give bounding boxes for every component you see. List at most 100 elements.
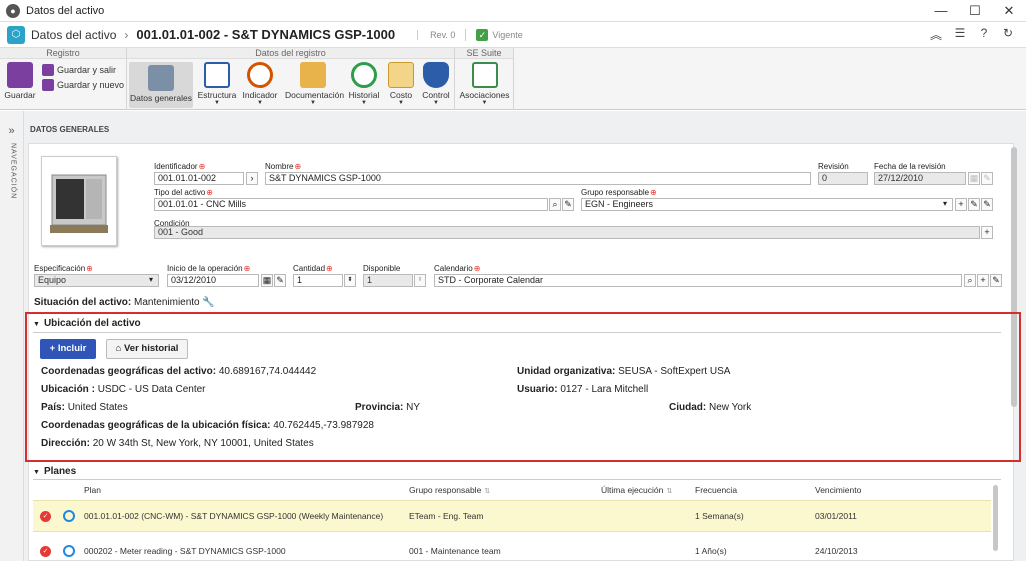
tab-control[interactable]: Control ▼ [420,62,452,106]
search-icon[interactable]: ⌕ [964,274,976,287]
column-header-grupo[interactable]: Grupo responsable ⇅ [409,485,490,495]
plan-cell: 001.01.01-002 (CNC-WM) - S&T DYNAMICS GS… [84,511,384,521]
page-header: ⬡ Datos del activo › 001.01.01-002 - S&T… [0,22,1026,48]
grid-icon [148,65,174,91]
save-button[interactable]: Guardar [4,62,36,100]
identificador-label: Identificador⊕ [154,162,206,171]
save-new-button[interactable]: Guardar y nuevo [42,79,124,91]
coordenadas-row: Coordenadas geográficas del activo: 40.6… [41,366,317,377]
situacion-label: Situación del activo: [34,297,132,308]
ver-historial-button[interactable]: ⌂ Ver historial [106,339,188,359]
save-new-label: Guardar y nuevo [57,80,125,90]
column-header-vencimiento[interactable]: Vencimiento [815,485,861,495]
navigation-sidebar[interactable]: » NAVEGACIÓN [0,111,24,561]
frecuencia-cell: 1 Año(s) [695,546,727,556]
nombre-label: Nombre⊕ [265,162,302,171]
expand-icon[interactable]: » [0,125,23,137]
ubicacion-section-header[interactable]: ▼ Ubicación del activo [33,318,141,329]
arrow-right-icon[interactable]: › [246,172,258,185]
identificador-field[interactable]: 001.01.01-002 [154,172,244,185]
tab-asociaciones[interactable]: Asociaciones ▼ [457,62,512,106]
maximize-button[interactable]: ☐ [958,0,992,22]
calendar-icon: ▦ [968,172,980,185]
inicio-label: Inicio de la operación⊕ [167,264,251,273]
add-icon[interactable]: + [955,198,967,211]
calendar-icon[interactable]: ▦ [261,274,273,287]
cantidad-field[interactable]: 1 [293,274,343,287]
revision-label: Revisión [818,162,849,171]
add-icon[interactable]: + [981,226,993,239]
minimize-button[interactable]: — [924,0,958,22]
search-icon[interactable]: ⌕ [549,198,561,211]
cantidad-label: Cantidad⊕ [293,264,333,273]
tab-documentacion[interactable]: Documentación ▼ [285,62,344,106]
fecha-revision-field: 27/12/2010 [874,172,966,185]
list-icon[interactable]: ☰ [948,26,972,43]
floppy-icon [7,62,33,88]
window-titlebar: ● Datos del activo — ☐ ✕ [0,0,1026,22]
tipo-field[interactable]: 001.01.01 - CNC Mills [154,198,548,211]
chevron-down-icon: ▾ [149,275,154,284]
divider [33,332,1001,333]
tab-estructura[interactable]: Estructura ▼ [197,62,237,106]
breadcrumb-section[interactable]: Datos del activo [31,28,116,42]
planes-section-header[interactable]: ▼ Planes [33,466,76,477]
clear-icon[interactable]: ✎ [990,274,1002,287]
overdue-icon: ✓ [40,546,51,557]
status-badge: ✓ Vigente [465,28,523,41]
page-title: 001.01.01-002 - S&T DYNAMICS GSP-1000 [136,27,396,42]
column-header-plan[interactable]: Plan [84,485,101,495]
asset-photo[interactable] [41,156,117,246]
unidad-row: Unidad organizativa: SEUSA - SoftExpert … [517,366,731,377]
collapse-icon[interactable]: ︽ [924,26,948,43]
tab-indicador[interactable]: Indicador ▼ [240,62,280,106]
ribbon-group-label: SE Suite [455,48,513,59]
usuario-row: Usuario: 0127 - Lara Mitchell [517,384,649,395]
wrench-icon[interactable]: 🔧 [202,297,214,308]
table-scrollbar[interactable] [993,485,998,551]
inicio-field[interactable]: 03/12/2010 [167,274,259,287]
toolbar-ribbon: Registro Guardar Guardar y salir Guardar… [0,48,1026,110]
help-icon[interactable]: ? [972,26,996,43]
tab-datos-generales[interactable]: Datos generales [129,62,193,108]
chevron-down-icon: ▾ [943,199,948,208]
especificacion-select[interactable]: Equipo [34,274,159,287]
divider [33,479,1001,480]
ubicacion-title: Ubicación del activo [43,318,141,329]
overdue-icon: ✓ [40,511,51,522]
ciudad-row: Ciudad: New York [669,402,752,413]
planes-title: Planes [43,466,77,477]
tab-label: Estructura [197,90,237,100]
incluir-button[interactable]: + Incluir [40,339,96,359]
grupo-label: Grupo responsable⊕ [581,188,657,197]
column-header-ultima[interactable]: Última ejecución ⇅ [601,485,672,495]
edit-icon[interactable]: ✎ [968,198,980,211]
grupo-select[interactable]: EGN - Engineers [581,198,953,211]
calendario-field[interactable]: STD - Corporate Calendar [434,274,962,287]
associations-icon [471,62,498,88]
tab-costo[interactable]: Costo ▼ [386,62,416,106]
save-exit-button[interactable]: Guardar y salir [42,64,116,76]
clear-icon[interactable]: ✎ [562,198,574,211]
ubicacion-row: Ubicación : USDC - US Data Center [41,384,206,395]
column-header-frecuencia[interactable]: Frecuencia [695,485,737,495]
calendario-label: Calendario⊕ [434,264,481,273]
tab-label: Costo [389,90,413,100]
gauge-icon [247,62,273,88]
app-icon: ● [6,3,20,18]
sort-icon: ⇅ [666,488,673,495]
condicion-field[interactable]: 001 - Good [154,226,980,239]
save-label: Guardar [4,90,36,100]
refresh-icon[interactable]: ↻ [996,26,1020,43]
panel-title: DATOS GENERALES [30,125,110,134]
clear-icon[interactable]: ✎ [981,198,993,211]
tab-historial[interactable]: Historial ▼ [346,62,382,106]
stepper-icon[interactable]: ⬍ [344,274,356,287]
clear-icon[interactable]: ✎ [274,274,286,287]
close-button[interactable]: ✕ [992,0,1026,22]
grupo-cell: 001 - Maintenance team [409,546,501,556]
plan-cell: 000202 - Meter reading - S&T DYNAMICS GS… [84,546,286,556]
nombre-field[interactable]: S&T DYNAMICS GSP-1000 [265,172,811,185]
add-icon[interactable]: + [977,274,989,287]
collapse-triangle-icon: ▼ [33,321,40,328]
